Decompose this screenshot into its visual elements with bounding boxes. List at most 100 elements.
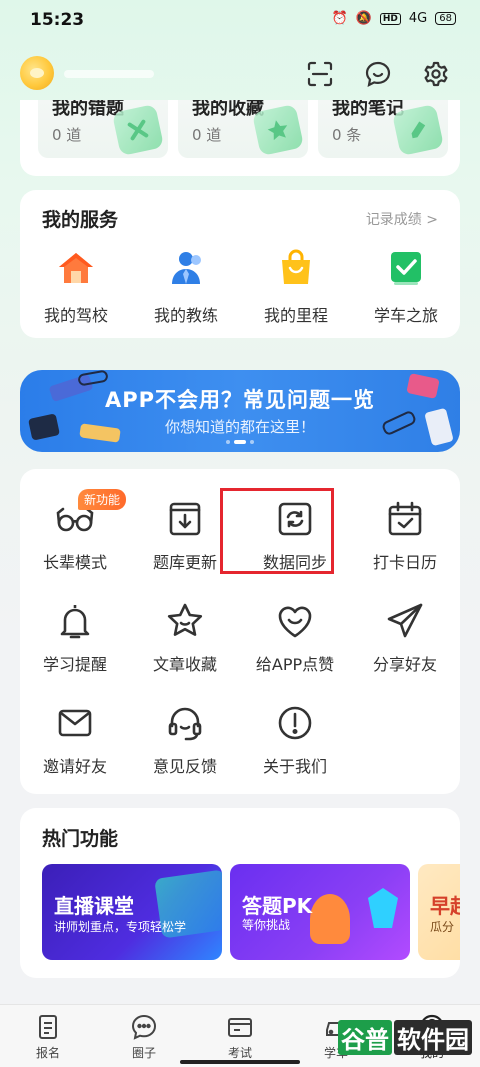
check-flag-icon	[391, 252, 421, 285]
carousel-dot	[226, 440, 230, 444]
services-card: 我的服务 记录成绩 > 我的驾校 我的教练 我的里程 学车之旅	[20, 190, 460, 338]
hd-icon: HD	[379, 12, 401, 25]
tool-label: 分享好友	[372, 655, 437, 674]
gear-icon	[424, 61, 448, 87]
tool-invite-friends[interactable]: 邀请好友	[20, 703, 130, 793]
star-face-icon	[167, 603, 203, 636]
hot-item-title: 早起	[430, 894, 460, 918]
hot-live-class[interactable]: 直播课堂 讲师划重点，专项轻松学	[42, 864, 222, 960]
watermark-text: 软件园	[394, 1020, 472, 1055]
settings-button[interactable]	[420, 58, 452, 90]
scan-icon	[307, 61, 333, 87]
shield-icon	[368, 888, 398, 928]
avatar[interactable]	[20, 56, 54, 90]
record-scores-link[interactable]: 记录成绩 >	[366, 209, 438, 229]
record-count: 0 道	[52, 126, 82, 144]
pencil-icon	[391, 103, 445, 157]
banner-title: APP不会用？常见问题一览	[104, 388, 376, 412]
hot-item-subtitle: 瓜分	[430, 920, 455, 934]
signal-icon: 4G	[408, 11, 428, 26]
shopping-bag-icon	[282, 249, 310, 284]
hot-quiz-pk[interactable]: 答题PK 等你挑战	[230, 864, 410, 960]
tool-label: 学习提醒	[42, 655, 107, 674]
carousel-dot	[250, 440, 254, 444]
alarm-icon: ⏰	[331, 11, 348, 26]
faq-banner[interactable]: APP不会用？常见问题一览 你想知道的都在这里！	[20, 370, 460, 452]
tool-article-favorites[interactable]: 文章收藏	[130, 601, 240, 691]
record-notes[interactable]: 我的笔记 0 条	[318, 100, 448, 158]
tab-label: 考试	[227, 1046, 252, 1060]
home-indicator	[180, 1060, 300, 1064]
tool-share-friends[interactable]: 分享好友	[350, 601, 460, 691]
battery-icon: 68	[435, 12, 456, 25]
service-label: 我的驾校	[43, 306, 108, 325]
record-count: 0 道	[192, 126, 222, 144]
services-title: 我的服务	[42, 209, 119, 231]
message-button[interactable]	[362, 58, 394, 90]
record-favorites[interactable]: 我的收藏 0 道	[178, 100, 308, 158]
watermark-logo: 谷普 软件园	[338, 1020, 472, 1055]
tool-rate-app[interactable]: 给APP点赞	[240, 601, 350, 691]
character-decoration	[310, 894, 350, 944]
tool-about-us[interactable]: 关于我们	[240, 703, 350, 793]
envelope-icon	[58, 709, 92, 737]
service-label: 我的里程	[263, 306, 328, 325]
tool-elder-mode[interactable]: 新功能 长辈模式	[20, 489, 130, 589]
banner-subtitle: 你想知道的都在这里！	[164, 418, 315, 436]
tool-label: 打卡日历	[372, 553, 437, 572]
service-label: 学车之旅	[373, 306, 438, 325]
chat-bubble-icon	[131, 1014, 157, 1040]
star-icon	[251, 103, 305, 157]
hot-item-title: 答题PK	[242, 894, 313, 918]
card-icon	[228, 1018, 252, 1037]
hot-features-title: 热门功能	[42, 828, 119, 850]
record-wrong-questions[interactable]: 我的错题 0 道	[38, 100, 168, 158]
tab-label: 圈子	[131, 1046, 156, 1060]
tab-signup[interactable]: 报名	[18, 1013, 78, 1061]
tool-label: 意见反馈	[152, 757, 217, 776]
hot-features-card: 热门功能 直播课堂 讲师划重点，专项轻松学 答题PK 等你挑战 早起 瓜分	[20, 808, 460, 978]
school-house-icon	[59, 253, 93, 283]
service-my-coach[interactable]: 我的教练	[136, 248, 236, 328]
profile-header	[0, 52, 480, 92]
service-learning-journey[interactable]: 学车之旅	[356, 248, 456, 328]
scan-button[interactable]	[304, 58, 336, 90]
tool-study-reminder[interactable]: 学习提醒	[20, 601, 130, 691]
tab-circle[interactable]: 圈子	[114, 1013, 174, 1061]
hot-item-subtitle: 等你挑战	[242, 918, 291, 932]
tool-label: 邀请好友	[42, 757, 107, 776]
service-my-mileage[interactable]: 我的里程	[246, 248, 346, 328]
tool-feedback[interactable]: 意见反馈	[130, 703, 240, 793]
bell-icon	[60, 605, 90, 639]
heart-smile-icon	[278, 606, 312, 638]
document-icon	[39, 1015, 57, 1039]
paper-plane-icon	[387, 603, 423, 638]
watermark-text: 谷普	[338, 1020, 392, 1055]
status-time: 15:23	[30, 10, 85, 30]
x-mark-icon	[111, 103, 165, 157]
nickname-placeholder[interactable]	[64, 70, 154, 78]
headset-icon	[168, 707, 202, 741]
records-card: 我的错题 0 道 我的收藏 0 道 我的笔记 0 条	[20, 100, 460, 176]
info-circle-icon	[278, 706, 312, 740]
tab-exam[interactable]: 考试	[210, 1013, 270, 1061]
hot-item-subtitle: 讲师划重点，专项轻松学	[54, 920, 187, 934]
new-feature-badge: 新功能	[78, 489, 127, 510]
hot-early-rise[interactable]: 早起 瓜分	[418, 864, 460, 960]
status-bar: 15:23 ⏰ 🔕 HD 4G 68	[0, 0, 480, 40]
tool-label: 关于我们	[262, 757, 327, 776]
status-icons: ⏰ 🔕 HD 4G 68	[332, 11, 456, 26]
record-count: 0 条	[332, 126, 362, 144]
tab-label: 报名	[35, 1046, 60, 1060]
service-my-school[interactable]: 我的驾校	[26, 248, 126, 328]
hot-item-title: 直播课堂	[54, 894, 134, 918]
service-label: 我的教练	[153, 306, 218, 325]
calendar-check-icon	[388, 501, 422, 536]
coach-icon	[172, 252, 201, 284]
hot-features-row: 直播课堂 讲师划重点，专项轻松学 答题PK 等你挑战 早起 瓜分	[42, 864, 460, 960]
download-box-icon	[169, 502, 201, 536]
highlight-annotation	[220, 488, 334, 574]
tool-checkin-calendar[interactable]: 打卡日历	[350, 499, 460, 589]
carousel-dot-active	[234, 440, 246, 444]
carousel-indicator	[20, 440, 460, 444]
